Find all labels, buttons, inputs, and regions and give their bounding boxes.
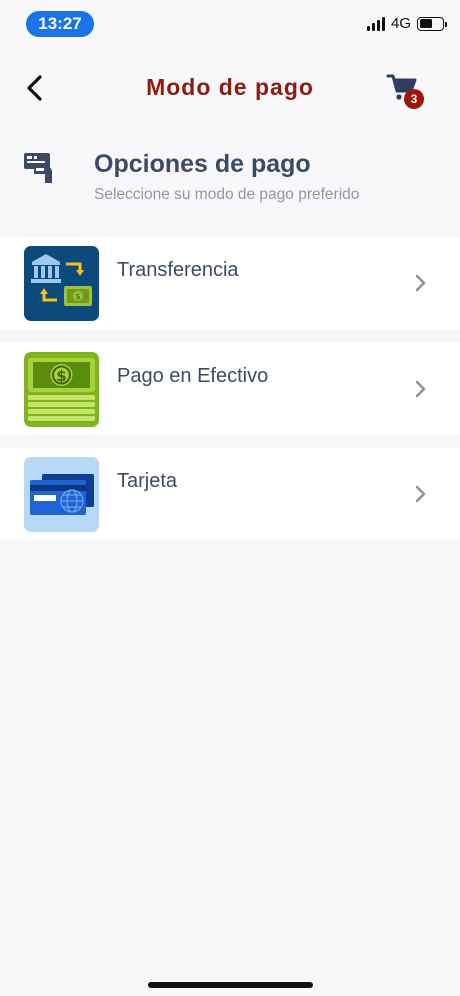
option-label: Tarjeta: [117, 470, 178, 492]
section-title: Opciones de pago: [94, 150, 311, 178]
cash-icon: $: [24, 352, 99, 427]
svg-text:$: $: [75, 292, 80, 301]
svg-text:$: $: [56, 367, 66, 385]
option-tarjeta[interactable]: Tarjeta: [0, 448, 460, 540]
network-type: 4G: [390, 15, 411, 32]
option-label: Pago en Efectivo: [117, 365, 269, 387]
option-transferencia[interactable]: $ Transferencia: [0, 237, 460, 329]
chevron-right-icon: [415, 274, 426, 292]
home-indicator[interactable]: [148, 982, 313, 988]
header: Modo de pago 3: [0, 60, 460, 120]
credit-card-icon: [24, 457, 99, 532]
option-pago-en-efectivo[interactable]: $ Pago en Efectivo: [0, 343, 460, 435]
status-time: 13:27: [26, 11, 94, 37]
status-indicators: 4G: [366, 15, 447, 32]
signal-icon: [366, 16, 385, 31]
status-bar: 13:27 4G: [0, 0, 460, 48]
cart-badge: 3: [404, 89, 424, 109]
battery-icon: [417, 16, 447, 31]
chevron-right-icon: [415, 380, 426, 398]
payment-terminal-icon: [22, 150, 56, 186]
option-label: Transferencia: [117, 259, 239, 281]
chevron-right-icon: [415, 485, 426, 503]
cart-button[interactable]: 3: [386, 72, 426, 112]
section-subtitle: Seleccione su modo de pago preferido: [94, 186, 360, 203]
bank-transfer-icon: $: [24, 246, 99, 321]
